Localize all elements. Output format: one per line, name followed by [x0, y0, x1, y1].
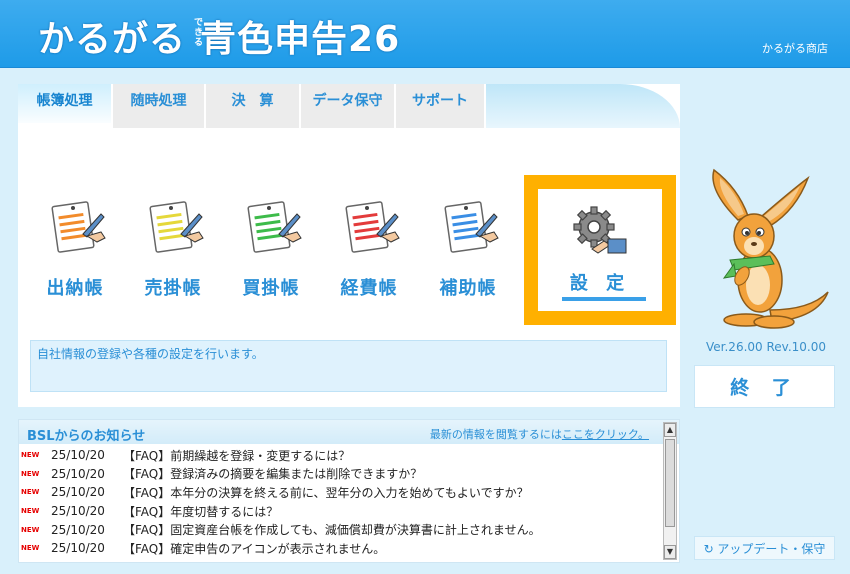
tab-label: サポート: [412, 93, 468, 109]
tab-label: 随時処理: [130, 93, 187, 109]
scroll-down-icon[interactable]: ▼: [664, 545, 676, 559]
news-list: NEW 25/10/20 【FAQ】前期繰越を登録・変更するには？ NEW 25/10…: [19, 446, 663, 558]
update-maintenance-button[interactable]: ↻ アップデート・保守: [694, 536, 835, 560]
news-scrollbar[interactable]: ▲ ▼: [663, 422, 677, 560]
app-header: かるがる 青色申告26 できる かるがる商店: [0, 0, 850, 68]
ledger-book-icon: [149, 201, 204, 253]
ledger-book-icon: [247, 201, 302, 253]
tab-label: 決 算: [231, 93, 274, 109]
news-title: BSLからのお知らせ: [27, 429, 146, 444]
logo-rest-text: 青色申告26: [200, 19, 401, 60]
new-badge: NEW: [21, 488, 40, 497]
news-date: 25/10/20: [51, 504, 105, 519]
news-date: 25/10/20: [51, 522, 105, 537]
ledger-label: 買掛帳: [242, 278, 300, 299]
news-more-link[interactable]: ここをクリック。: [562, 428, 649, 441]
news-panel: BSLからのお知らせ 最新の情報を閲覧するにはここをクリック。 NEW 25/10…: [18, 419, 680, 563]
ledger-auxiliary-button[interactable]: 補助帳: [423, 196, 513, 306]
settings-label: 設 定: [569, 273, 631, 294]
news-item[interactable]: NEW 25/10/20 【FAQ】確定申告のアイコンが表示されません。: [19, 539, 663, 558]
logo-main-text: かるがる: [38, 19, 187, 60]
news-header: BSLからのお知らせ 最新の情報を閲覧するにはここをクリック。: [19, 420, 679, 444]
ledger-book-icon: [51, 201, 106, 253]
tab-ledger[interactable]: 帳簿処理: [18, 84, 112, 128]
new-badge: NEW: [21, 544, 40, 553]
news-date: 25/10/20: [51, 485, 105, 500]
scroll-thumb[interactable]: [665, 439, 675, 527]
version-text: Ver.26.00 Rev.10.00: [706, 340, 826, 354]
new-badge: NEW: [21, 451, 40, 460]
settings-button[interactable]: 設 定: [524, 175, 676, 325]
news-text: 【FAQ】固定資産台帳を作成しても、減価償却費が決算書に計上されません。: [123, 523, 541, 538]
ledger-book-icon: [444, 201, 499, 253]
ledger-book-icon: [345, 201, 400, 253]
gear-icon: [573, 206, 627, 254]
ledger-expense-button[interactable]: 経費帳: [324, 196, 414, 306]
news-item[interactable]: NEW 25/10/20 【FAQ】固定資産台帳を作成しても、減価償却費が決算書に計…: [19, 520, 663, 539]
news-text: 【FAQ】年度切替するには？: [123, 504, 279, 519]
tab-adhoc[interactable]: 随時処理: [113, 84, 205, 128]
app-logo: かるがる 青色申告26: [38, 10, 400, 62]
tab-support[interactable]: サポート: [396, 84, 485, 128]
news-more-prefix: 最新の情報を閲覧するには: [429, 428, 562, 441]
scroll-up-icon[interactable]: ▲: [664, 423, 676, 437]
news-text: 【FAQ】本年分の決算を終える前に、翌年分の入力を始めてもよいですか？: [123, 485, 529, 500]
ledger-label: 経費帳: [340, 278, 398, 299]
tab-label: 帳簿処理: [36, 93, 93, 109]
ledger-label: 出納帳: [46, 278, 104, 299]
news-text: 【FAQ】登録済みの摘要を編集または削除できますか？: [123, 467, 423, 482]
news-item[interactable]: NEW 25/10/20 【FAQ】本年分の決算を終える前に、翌年分の入力を始めても…: [19, 483, 663, 502]
tab-data-maintenance[interactable]: データ保守: [301, 84, 395, 128]
news-item[interactable]: NEW 25/10/20 【FAQ】年度切替するには？: [19, 502, 663, 521]
news-item[interactable]: NEW 25/10/20 【FAQ】前期繰越を登録・変更するには？: [19, 446, 663, 465]
description-box: 自社情報の登録や各種の設定を行います。: [30, 340, 667, 392]
exit-button[interactable]: 終 了: [694, 365, 835, 408]
tab-label: データ保守: [312, 93, 383, 109]
tab-closing[interactable]: 決 算: [206, 84, 300, 128]
kangaroo-mascot-icon: [712, 168, 829, 329]
news-text: 【FAQ】確定申告のアイコンが表示されません。: [123, 541, 386, 556]
ledger-cashbook-button[interactable]: 出納帳: [30, 196, 120, 306]
settings-inner: 設 定: [538, 189, 662, 311]
news-date: 25/10/20: [51, 466, 105, 481]
new-badge: NEW: [21, 525, 40, 534]
news-date: 25/10/20: [51, 448, 105, 463]
new-badge: NEW: [21, 507, 40, 516]
ledger-label: 補助帳: [439, 278, 497, 299]
news-item[interactable]: NEW 25/10/20 【FAQ】登録済みの摘要を編集または削除できますか？: [19, 465, 663, 484]
news-date: 25/10/20: [51, 541, 105, 556]
logo-sub-text: できる: [194, 18, 204, 48]
news-text: 【FAQ】前期繰越を登録・変更するには？: [123, 448, 351, 463]
ledger-receivable-button[interactable]: 売掛帳: [128, 196, 218, 306]
news-more: 最新の情報を閲覧するにはここをクリック。: [430, 426, 649, 442]
tab-bar-curve: [486, 84, 680, 128]
company-name: かるがる商店: [762, 42, 828, 55]
settings-underline: [562, 297, 646, 301]
ledger-payable-button[interactable]: 買掛帳: [226, 196, 316, 306]
ledger-label: 売掛帳: [144, 278, 202, 299]
new-badge: NEW: [21, 469, 40, 478]
